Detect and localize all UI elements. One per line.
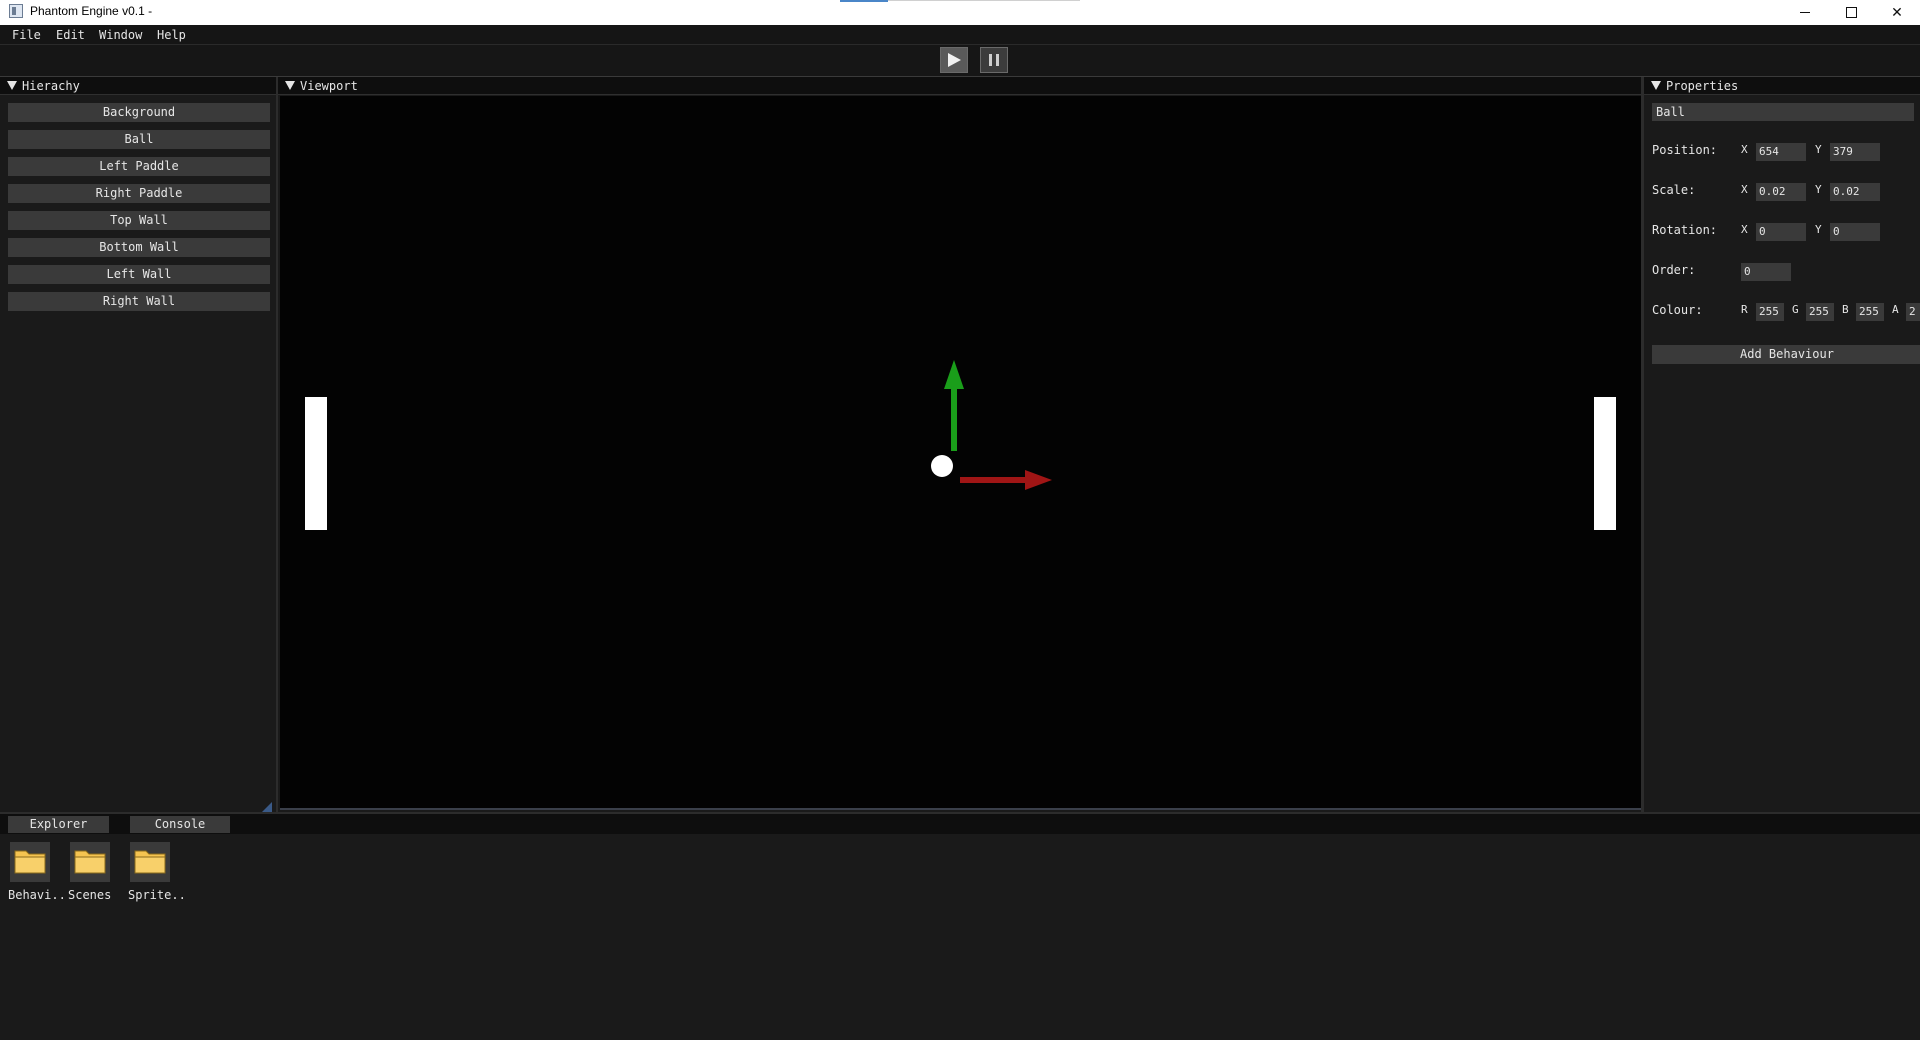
colour-b-label: B: [1842, 303, 1849, 316]
minimize-icon[interactable]: [1782, 0, 1828, 25]
folder-scenes[interactable]: [70, 842, 110, 882]
position-x-field[interactable]: 654: [1756, 143, 1806, 161]
properties-header[interactable]: Properties: [1644, 77, 1920, 95]
colour-a-field[interactable]: 2: [1906, 303, 1920, 321]
viewport-header[interactable]: Viewport: [278, 77, 1641, 95]
play-button[interactable]: [940, 47, 968, 73]
colour-a-label: A: [1892, 303, 1899, 316]
bottom-panel: Explorer Console Behavi.. Scenes Sprite.…: [0, 812, 1920, 1040]
folder-icon: [74, 850, 106, 874]
hierarchy-item-left-wall[interactable]: Left Wall: [8, 265, 270, 284]
viewport-title: Viewport: [300, 79, 358, 93]
colour-label: Colour:: [1652, 303, 1703, 317]
window-title: Phantom Engine v0.1 -: [30, 4, 153, 18]
ball[interactable]: [931, 455, 953, 477]
hierarchy-item-background[interactable]: Background: [8, 103, 270, 122]
properties-title: Properties: [1666, 79, 1739, 93]
colour-r-label: R: [1741, 303, 1748, 316]
tab-console[interactable]: Console: [130, 816, 230, 833]
rotation-x-label: X: [1741, 223, 1748, 236]
toolbar: [0, 45, 1920, 77]
left-paddle[interactable]: [305, 397, 327, 530]
hierarchy-item-right-wall[interactable]: Right Wall: [8, 292, 270, 311]
hierarchy-title: Hierachy: [22, 79, 80, 93]
object-name-field[interactable]: Ball: [1652, 103, 1914, 121]
menu-help[interactable]: Help: [157, 28, 186, 42]
properties-panel: Properties Ball Position: X 654 Y 379 Sc…: [1644, 77, 1920, 812]
collapse-triangle-icon[interactable]: [285, 81, 295, 90]
rotation-x-field[interactable]: 0: [1756, 223, 1806, 241]
hierarchy-header[interactable]: Hierachy: [0, 77, 276, 95]
scale-y-field[interactable]: 0.02: [1830, 183, 1880, 201]
hierarchy-item-bottom-wall[interactable]: Bottom Wall: [8, 238, 270, 257]
order-label: Order:: [1652, 263, 1696, 277]
scale-x-field[interactable]: 0.02: [1756, 183, 1806, 201]
hierarchy-item-left-paddle[interactable]: Left Paddle: [8, 157, 270, 176]
folder-label-scenes: Scenes: [68, 888, 112, 902]
scale-x-label: X: [1741, 183, 1748, 196]
hierarchy-panel: Hierachy Background Ball Left Paddle Rig…: [0, 77, 278, 812]
rotation-y-label: Y: [1815, 223, 1822, 236]
order-field[interactable]: 0: [1741, 263, 1791, 281]
folder-label-sprites: Sprite..: [128, 888, 186, 902]
pause-button[interactable]: [980, 47, 1008, 73]
hierarchy-item-right-paddle[interactable]: Right Paddle: [8, 184, 270, 203]
close-icon[interactable]: ✕: [1874, 0, 1920, 25]
title-bar: Phantom Engine v0.1 - ✕: [0, 0, 1920, 25]
collapse-triangle-icon[interactable]: [7, 81, 17, 90]
app-icon: [9, 4, 23, 18]
position-y-label: Y: [1815, 143, 1822, 156]
hierarchy-item-ball[interactable]: Ball: [8, 130, 270, 149]
rotation-y-field[interactable]: 0: [1830, 223, 1880, 241]
colour-b-field[interactable]: 255: [1856, 303, 1884, 321]
scene-view: [305, 360, 1616, 530]
menu-bar: File Edit Window Help: [0, 25, 1920, 45]
position-label: Position:: [1652, 143, 1718, 157]
colour-g-field[interactable]: 255: [1806, 303, 1834, 321]
hierarchy-item-top-wall[interactable]: Top Wall: [8, 211, 270, 230]
position-y-field[interactable]: 379: [1830, 143, 1880, 161]
position-x-label: X: [1741, 143, 1748, 156]
scale-y-label: Y: [1815, 183, 1822, 196]
pause-icon: [989, 54, 999, 66]
maximize-icon[interactable]: [1828, 0, 1874, 25]
colour-r-field[interactable]: 255: [1756, 303, 1784, 321]
scale-label: Scale:: [1652, 183, 1696, 197]
title-accent: [840, 0, 888, 2]
menu-window[interactable]: Window: [99, 28, 142, 42]
folder-behaviours[interactable]: [10, 842, 50, 882]
play-icon: [948, 53, 961, 67]
right-paddle[interactable]: [1594, 397, 1616, 530]
folder-sprites[interactable]: [130, 842, 170, 882]
add-behaviour-button[interactable]: Add Behaviour: [1652, 345, 1920, 364]
colour-g-label: G: [1792, 303, 1799, 316]
folder-label-behaviours: Behavi..: [8, 888, 66, 902]
viewport-panel: Viewport: [278, 77, 1644, 812]
menu-file[interactable]: File: [12, 28, 41, 42]
rotation-label: Rotation:: [1652, 223, 1718, 237]
menu-edit[interactable]: Edit: [56, 28, 85, 42]
bottom-tab-bar: Explorer Console: [0, 814, 1920, 834]
collapse-triangle-icon[interactable]: [1651, 81, 1661, 90]
viewport-canvas[interactable]: [280, 96, 1641, 810]
folder-icon: [14, 850, 46, 874]
resize-grip-icon[interactable]: [262, 802, 272, 812]
tab-explorer[interactable]: Explorer: [8, 816, 109, 833]
folder-icon: [134, 850, 166, 874]
x-axis-gizmo-icon[interactable]: [960, 470, 1052, 490]
title-accent-line: [888, 0, 1080, 1]
y-axis-gizmo-icon[interactable]: [944, 360, 964, 451]
